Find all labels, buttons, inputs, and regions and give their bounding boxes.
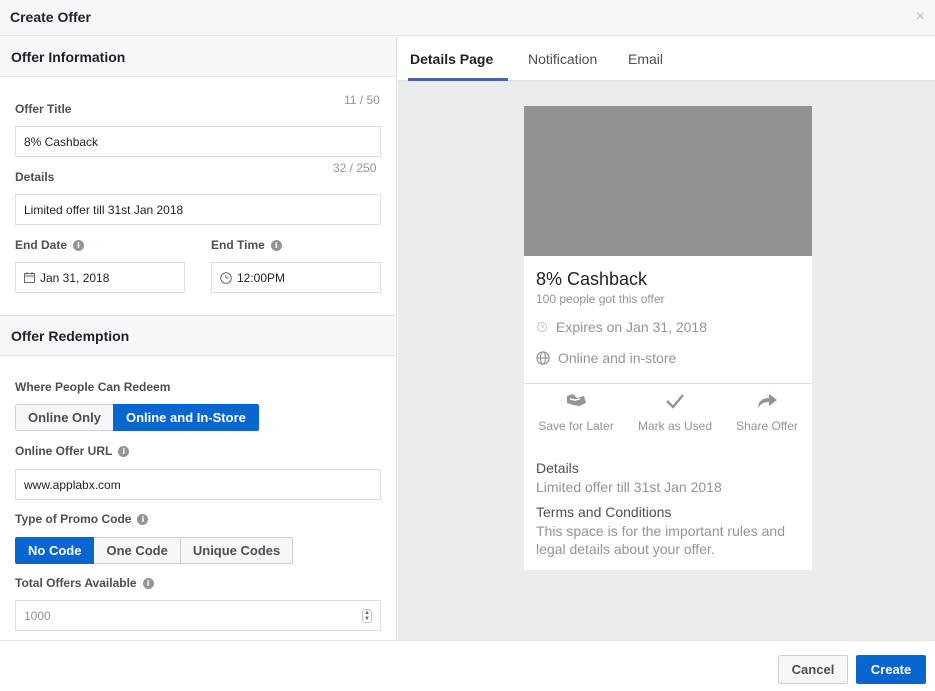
tab-notification[interactable]: Notification: [528, 51, 597, 67]
end-date-label: End Date i: [15, 238, 85, 252]
card-details-text: Limited offer till 31st Jan 2018: [536, 479, 722, 495]
total-offers-label-text: Total Offers Available: [15, 576, 137, 590]
where-redeem-toggle: Online Only Online and In-Store: [15, 404, 259, 431]
tab-email[interactable]: Email: [628, 51, 663, 67]
dialog-title: Create Offer: [10, 9, 91, 25]
offer-image-placeholder: [524, 106, 812, 256]
info-icon[interactable]: i: [137, 514, 149, 526]
share-offer-label: Share Offer: [736, 419, 798, 433]
card-terms-text: This space is for the important rules an…: [536, 523, 786, 557]
dialog-footer: Cancel Create: [0, 640, 935, 691]
offer-title-label: Offer Title: [15, 102, 72, 116]
save-for-later-action[interactable]: Save for Later: [528, 392, 624, 433]
offer-redemption-heading: Offer Redemption: [0, 316, 396, 356]
check-icon: [666, 394, 684, 409]
end-time-label-text: End Time: [211, 238, 265, 252]
create-button[interactable]: Create: [856, 655, 926, 684]
cancel-button[interactable]: Cancel: [778, 655, 848, 684]
end-time-label: End Time i: [211, 238, 282, 252]
promo-code-label: Type of Promo Code i: [15, 512, 149, 526]
tab-details-page[interactable]: Details Page: [410, 51, 493, 67]
one-code-button[interactable]: One Code: [93, 537, 181, 564]
online-url-input[interactable]: www.applabx.com: [15, 469, 381, 500]
offer-redemption-section: Offer Redemption: [0, 315, 396, 356]
save-for-later-label: Save for Later: [538, 419, 614, 433]
online-url-label-text: Online Offer URL: [15, 444, 113, 458]
promo-code-toggle: No Code One Code Unique Codes: [15, 537, 294, 564]
offer-title-counter: 11 / 50: [344, 93, 380, 107]
total-offers-label: Total Offers Available i: [15, 576, 154, 590]
online-only-button[interactable]: Online Only: [15, 404, 114, 431]
card-expires-text: Expires on Jan 31, 2018: [556, 319, 707, 335]
details-input[interactable]: Limited offer till 31st Jan 2018: [15, 194, 381, 225]
end-date-value: Jan 31, 2018: [40, 270, 110, 285]
details-counter: 32 / 250: [333, 161, 377, 175]
total-offers-input[interactable]: 1000 ▲ ▼: [15, 600, 381, 631]
info-icon[interactable]: i: [270, 240, 282, 252]
offer-title-input[interactable]: 8% Cashback: [15, 126, 381, 157]
online-url-label: Online Offer URL i: [15, 444, 130, 458]
mark-as-used-action[interactable]: Mark as Used: [627, 392, 723, 433]
calendar-icon: [24, 272, 35, 283]
dialog-header: Create Offer ×: [0, 0, 935, 36]
card-claimed-count: 100 people got this offer: [536, 292, 665, 306]
close-icon[interactable]: ×: [916, 9, 925, 25]
end-date-label-text: End Date: [15, 238, 68, 252]
mark-as-used-label: Mark as Used: [637, 419, 713, 433]
preview-panel: Details Page Notification Email 8% Cashb…: [398, 37, 935, 640]
end-time-value: 12:00PM: [237, 270, 286, 285]
end-date-input[interactable]: Jan 31, 2018: [15, 262, 185, 293]
card-location-text: Online and in-store: [558, 350, 677, 366]
clock-icon: [537, 322, 547, 332]
card-divider: [524, 383, 812, 384]
clock-icon: [220, 271, 232, 284]
details-value: Limited offer till 31st Jan 2018: [24, 202, 184, 217]
online-url-value: www.applabx.com: [24, 477, 121, 492]
offer-title-value: 8% Cashback: [24, 134, 99, 149]
offer-information-heading: Offer Information: [0, 37, 396, 77]
unique-codes-button[interactable]: Unique Codes: [179, 537, 294, 564]
save-icon: [567, 394, 586, 406]
globe-icon: [536, 351, 550, 365]
card-offer-title: 8% Cashback: [536, 269, 648, 289]
info-icon[interactable]: i: [118, 446, 130, 458]
stepper-icon[interactable]: ▲ ▼: [362, 609, 372, 623]
info-icon[interactable]: i: [73, 240, 85, 252]
offer-form-panel: Offer Information Offer Title 11 / 50 8%…: [0, 37, 397, 640]
card-details-heading: Details: [536, 460, 579, 476]
offer-preview-card: 8% Cashback 100 people got this offer Ex…: [524, 106, 812, 570]
end-time-input[interactable]: 12:00PM: [211, 262, 381, 293]
promo-code-label-text: Type of Promo Code: [15, 512, 132, 526]
details-label: Details: [15, 170, 55, 184]
no-code-button[interactable]: No Code: [15, 537, 95, 564]
where-redeem-label: Where People Can Redeem: [15, 380, 171, 394]
online-and-in-store-button[interactable]: Online and In-Store: [112, 404, 259, 431]
share-offer-action[interactable]: Share Offer: [719, 392, 815, 433]
active-tab-indicator: [408, 78, 508, 81]
total-offers-placeholder: 1000: [24, 608, 51, 623]
info-icon[interactable]: i: [142, 578, 154, 590]
card-location-row: Online and in-store: [536, 350, 676, 366]
share-icon: [758, 394, 777, 408]
preview-tabs: Details Page Notification Email: [398, 37, 935, 81]
card-terms-heading: Terms and Conditions: [536, 504, 672, 520]
card-expires-row: Expires on Jan 31, 2018: [536, 319, 707, 335]
